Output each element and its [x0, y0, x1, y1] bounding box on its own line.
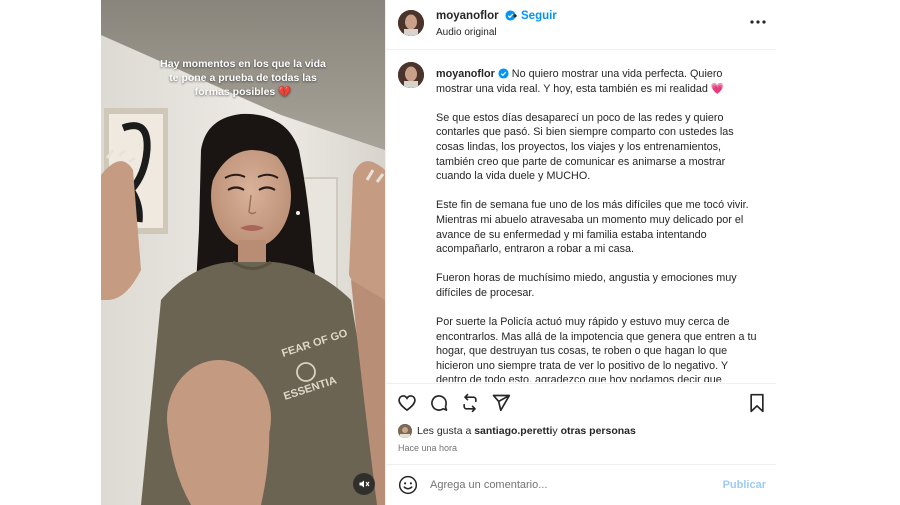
post-media[interactable]: FEAR OF GO ESSENTIA Hay momentos en los … [101, 0, 385, 505]
heart-icon [398, 395, 416, 412]
emoji-button[interactable] [398, 475, 418, 495]
audio-link[interactable]: Audio original [436, 27, 497, 38]
caption-paragraph-3: Fueron horas de muchísimo miedo, angusti… [436, 272, 737, 299]
post-timestamp[interactable]: Hace una hora [398, 443, 457, 453]
caption-paragraph-2: Este fin de semana fue uno de los más di… [436, 199, 749, 256]
avatar[interactable] [398, 62, 424, 88]
repost-icon [463, 393, 477, 413]
post-header: moyanoflor • Seguir Audio original [386, 0, 776, 50]
likes-summary: Les gusta a santiago.peretti y otras per… [398, 424, 636, 438]
like-button[interactable] [396, 392, 418, 414]
caption-username-link[interactable]: moyanoflor [436, 68, 495, 80]
header-username: moyanoflor [436, 10, 499, 22]
avatar[interactable] [398, 10, 424, 36]
caption-scroll-area[interactable]: moyanoflor No quiero mostrar una vida pe… [386, 51, 776, 382]
post-details-panel: moyanoflor • Seguir Audio original moyan [385, 0, 776, 505]
save-button[interactable] [746, 392, 768, 414]
caption-lead: moyanoflor No quiero mostrar una vida pe… [436, 67, 758, 96]
liker-avatar[interactable] [398, 424, 412, 438]
liker-username-link[interactable]: santiago.peretti [474, 425, 552, 437]
overlay-line-1: Hay momentos en los que la vida [160, 58, 326, 70]
verified-badge-icon [498, 68, 509, 79]
comment-bar: Publicar [386, 464, 776, 505]
follow-button[interactable]: Seguir [521, 10, 557, 22]
mute-button[interactable] [353, 473, 375, 495]
caption-paragraph-1: Se que estos días desaparecí un poco de … [436, 111, 734, 183]
overlay-line-3: formas posibles 💔 [194, 86, 292, 98]
bookmark-icon [750, 393, 764, 413]
speaker-muted-icon [359, 480, 370, 488]
share-button[interactable] [490, 392, 512, 414]
likes-middle: y [552, 425, 558, 437]
overlay-line-2: te pone a prueba de todas las [169, 72, 317, 84]
header-username-link[interactable]: moyanoflor [436, 10, 516, 22]
action-bar [386, 383, 776, 419]
comment-icon [431, 395, 448, 411]
emoji-icon [398, 475, 418, 495]
comment-button[interactable] [428, 392, 450, 414]
caption-paragraph-4: Por suerte la Policía actuó muy rápido y… [436, 316, 757, 382]
repost-button[interactable] [459, 392, 481, 414]
post-comment-button[interactable]: Publicar [723, 479, 766, 491]
likes-prefix: Les gusta a [417, 425, 472, 437]
more-horizontal-icon [750, 20, 766, 24]
video-caption-overlay: Hay momentos en los que la vida te pone … [121, 57, 365, 99]
separator-dot: • [513, 9, 518, 23]
more-options-button[interactable] [748, 14, 768, 30]
caption-text: moyanoflor No quiero mostrar una vida pe… [436, 67, 758, 382]
comment-input[interactable] [430, 476, 700, 494]
send-icon [492, 394, 511, 412]
other-likers-link[interactable]: otras personas [561, 425, 636, 437]
